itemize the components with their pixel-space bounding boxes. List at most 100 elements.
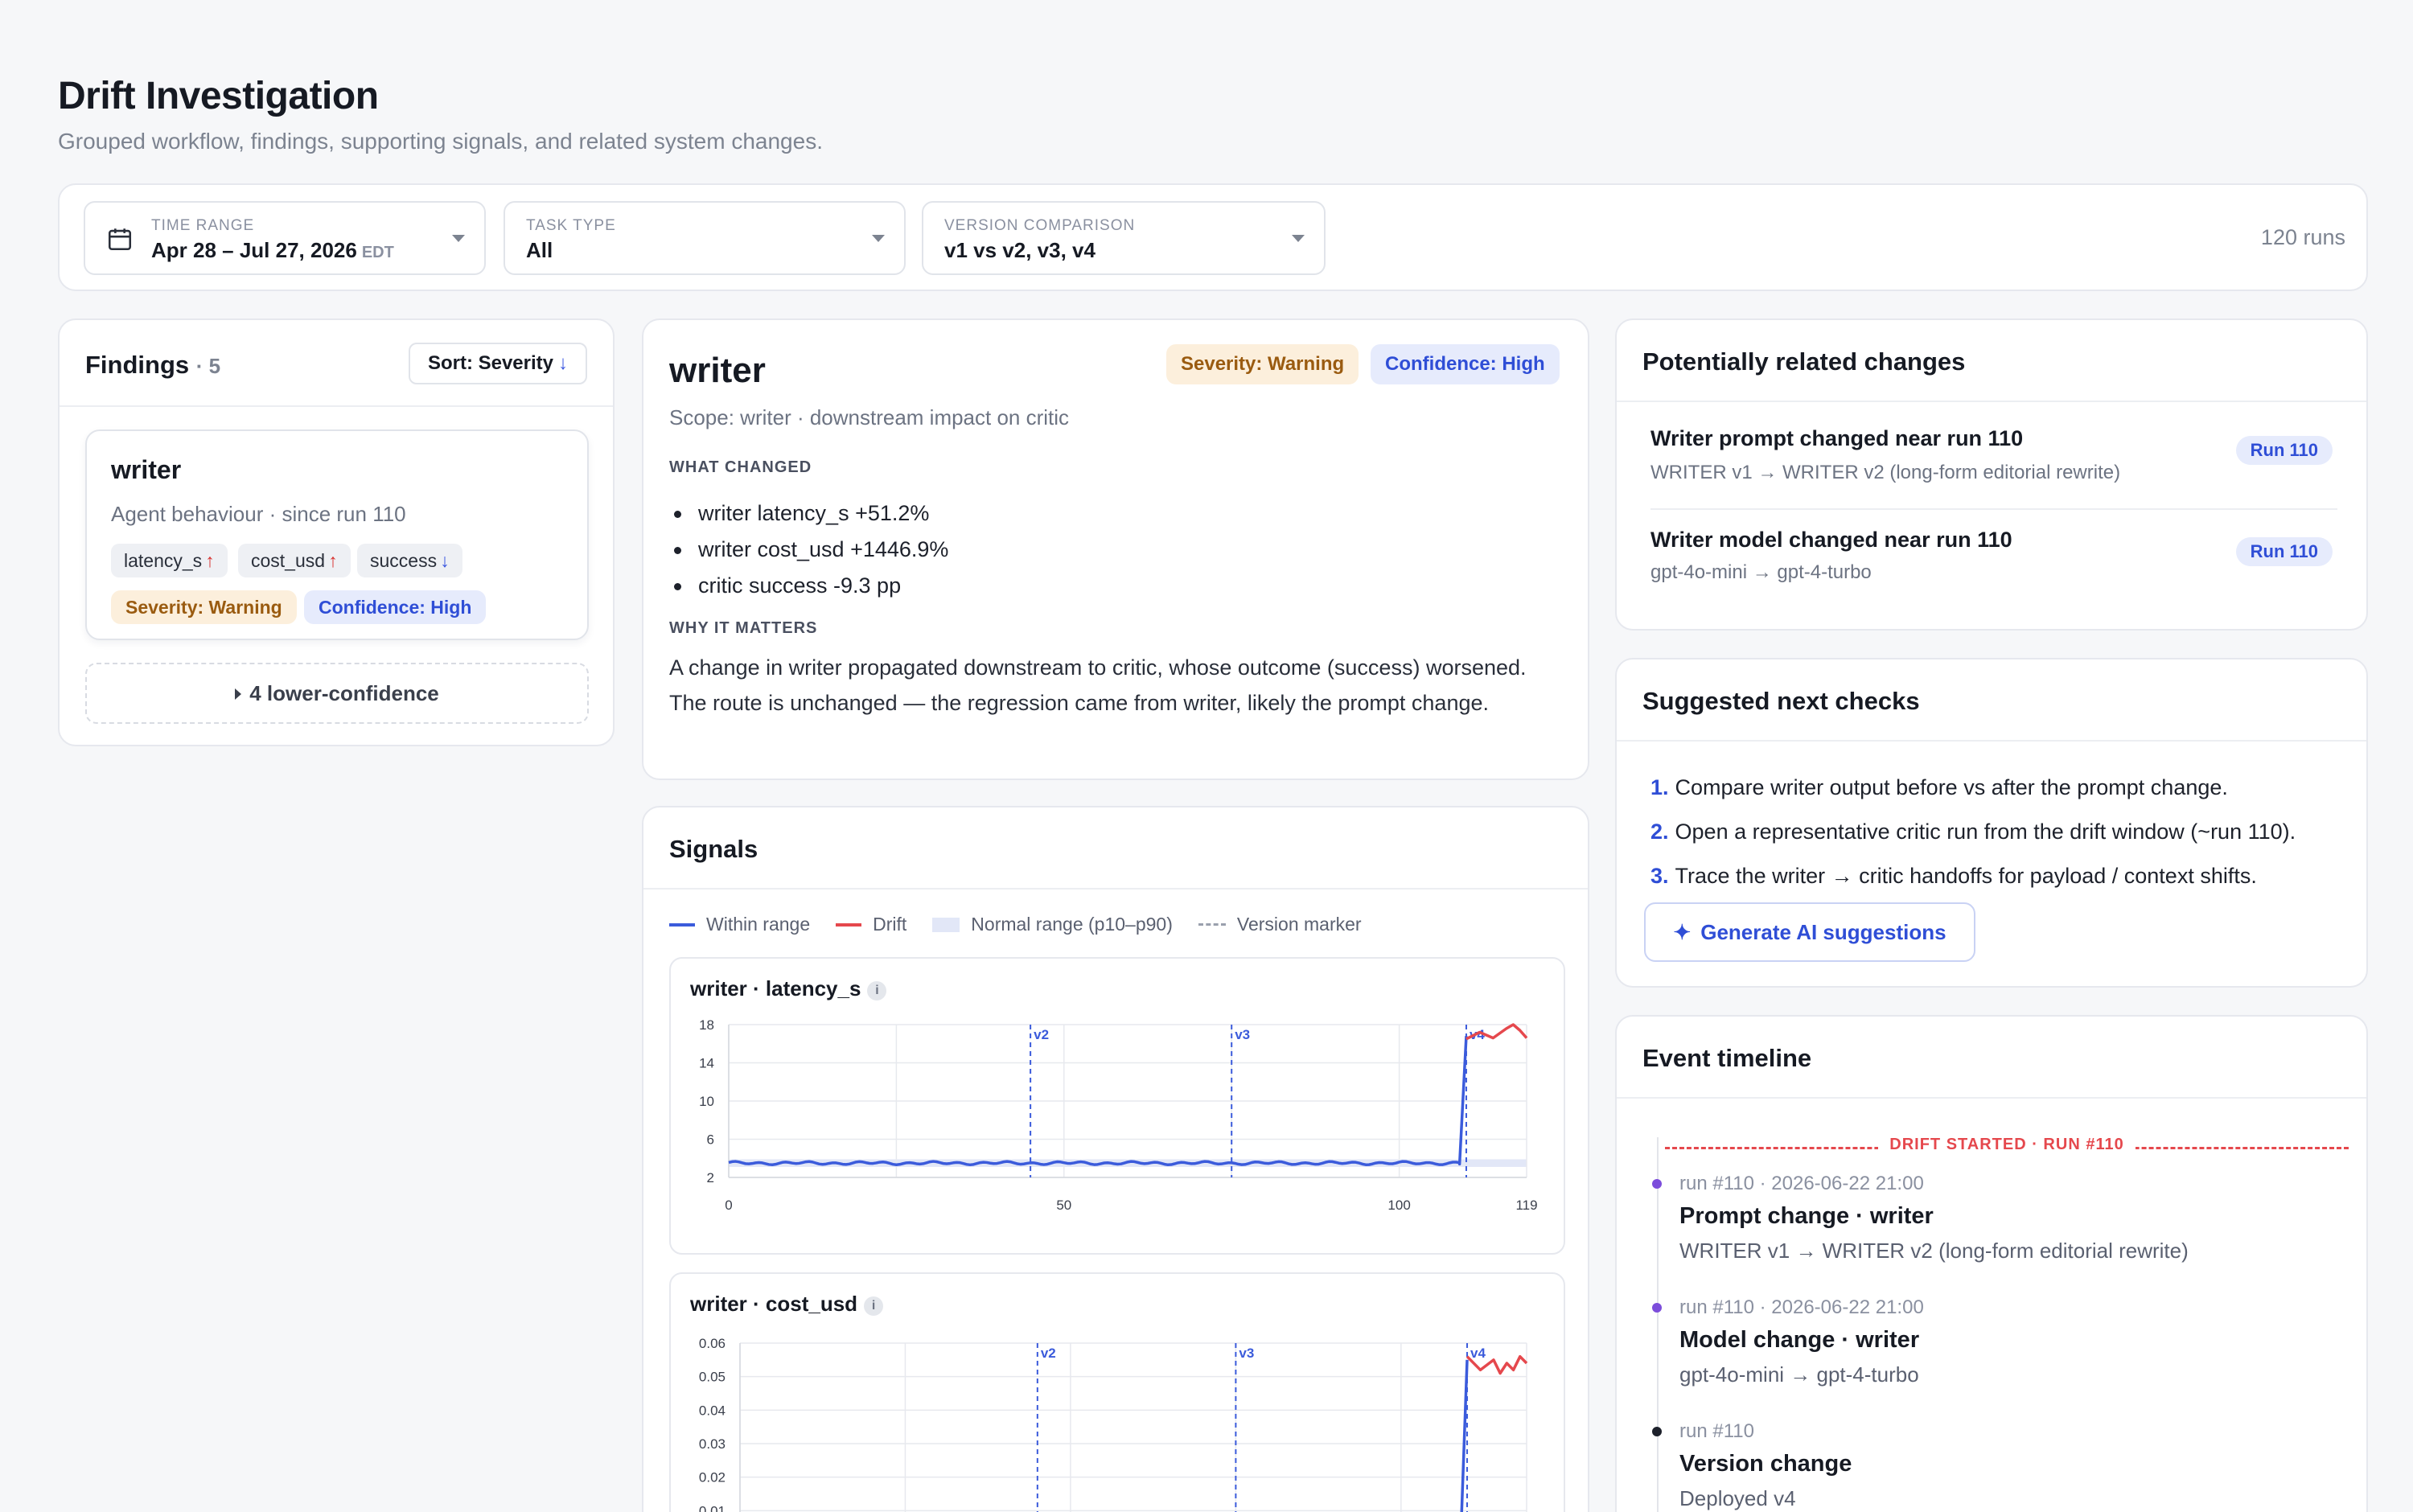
timeline-title: Event timeline [1642, 1044, 1812, 1072]
drift-started-label: DRIFT STARTED · RUN #110 [1665, 1136, 2349, 1154]
cost-chart: 00.010.020.030.040.050.06v2v3v4 [699, 1336, 1528, 1512]
divider [1617, 740, 2366, 742]
y-tick-label: 0.06 [699, 1336, 726, 1351]
sort-button[interactable]: Sort: Severity ↓ [408, 343, 587, 384]
detail-title: writer [669, 351, 766, 390]
version-marker-label: v4 [1470, 1346, 1486, 1361]
related-item-title: Writer model changed near run 110 [1650, 528, 2012, 552]
event-title[interactable]: Prompt change · writer [1679, 1203, 1934, 1230]
chart-legend: Within range Drift Normal range (p10–p90… [669, 914, 1387, 935]
lower-confidence-toggle[interactable]: 4 lower-confidence [85, 663, 589, 724]
findings-header: Findings · 5 [85, 351, 220, 380]
version-marker-label: v2 [1034, 1027, 1049, 1042]
time-range-filter[interactable]: TIME RANGE Apr 28 – Jul 27, 2026 EDT [84, 201, 486, 275]
version-marker-label: v2 [1041, 1346, 1056, 1361]
latency-chart: 261014180 50 100 119v2 v3 v4 [699, 1017, 1537, 1213]
y-tick-label: 14 [699, 1056, 714, 1071]
legend-swatch [836, 922, 862, 927]
run-count: 120 runs [2260, 225, 2345, 249]
arrow-up-icon: ↑ [205, 550, 215, 571]
chip-label: success [370, 550, 438, 571]
related-item-sub: gpt-4o-mini → gpt-4-turbo [1650, 561, 1872, 583]
finding-desc: Agent behaviour · since run 110 [111, 502, 406, 526]
x-tick-label: 119 [1515, 1198, 1537, 1213]
event-title[interactable]: Model change · writer [1679, 1327, 1919, 1354]
findings-panel: Findings · 5 Sort: Severity ↓ writer Agen… [58, 318, 615, 746]
generate-ai-suggestions-button[interactable]: ✦ Generate AI suggestions [1644, 902, 1975, 962]
drift-label-text: DRIFT STARTED · RUN #110 [1878, 1136, 2136, 1153]
event-title[interactable]: Version change [1679, 1451, 1852, 1477]
drift-started-marker: DRIFT STARTED · RUN #110 [1665, 1136, 2349, 1160]
version-comparison-filter[interactable]: VERSION COMPARISON v1 vs v2, v3, v4 [922, 201, 1326, 275]
list-item: writer cost_usd +1446.9% [669, 532, 948, 568]
divider [1617, 401, 2366, 402]
page-subtitle: Grouped workflow, findings, supporting s… [58, 129, 823, 154]
filter-bar: TIME RANGE Apr 28 – Jul 27, 2026 EDT TASK… [58, 183, 2368, 291]
time-range-text: Apr 28 – Jul 27, 2026 [151, 238, 357, 262]
related-title: Potentially related changes [1642, 347, 1966, 376]
finding-name: writer [111, 455, 182, 484]
chevron-down-icon [872, 235, 885, 242]
page-title: Drift Investigation [58, 75, 379, 117]
sparkle-icon: ✦ [1673, 920, 1692, 944]
chart-card-latency: writer · latency_s i 2 6 10 14 18 0 50 100 119 v2 v… [669, 957, 1565, 1255]
timeline-line [1657, 1137, 1659, 1512]
task-type-filter[interactable]: TASK TYPE All [504, 201, 906, 275]
y-tick-label: 0.05 [699, 1370, 726, 1385]
step-text: Compare writer output before vs after th… [1675, 775, 2228, 799]
chart-card-cost: writer · cost_usdi 00.010.020.030.040.05… [669, 1272, 1565, 1512]
step-number: 2. [1650, 820, 1669, 844]
suggested-checks-panel: Suggested next checks 1. Compare writer o… [1615, 658, 2368, 988]
info-icon[interactable]: i [864, 1296, 884, 1316]
event-sub: WRITER v1 → WRITER v2 (long-form editori… [1679, 1239, 2189, 1263]
y-tick-label: 2 [707, 1170, 714, 1185]
chevron-down-icon [1292, 235, 1305, 242]
version-marker-label: v3 [1239, 1346, 1254, 1361]
legend-swatch [932, 917, 960, 932]
y-tick-label: 18 [699, 1017, 714, 1033]
legend-swatch [669, 922, 695, 927]
arrow-down-icon: ↓ [440, 550, 450, 571]
run-badge[interactable]: Run 110 [2235, 537, 2333, 566]
related-changes-panel: Potentially related changes Writer promp… [1615, 318, 2368, 631]
divider [643, 888, 1588, 890]
lower-confidence-label: 4 lower-confidence [249, 681, 439, 705]
task-type-label: TASK TYPE [526, 217, 616, 234]
list-item: 1. Compare writer output before vs after … [1650, 766, 2296, 810]
chip-label: latency_s [124, 550, 203, 571]
signals-panel: Signals Within range Drift Normal range … [642, 806, 1589, 1512]
timezone: EDT [361, 244, 394, 261]
legend-label: Within range [706, 914, 811, 935]
legend-label: Drift [873, 914, 907, 935]
y-tick-label: 0.02 [699, 1470, 726, 1485]
y-tick-label: 0.04 [699, 1403, 726, 1418]
info-icon[interactable]: i [867, 981, 887, 1000]
severity-badge: Severity: Warning [111, 590, 297, 624]
divider [1650, 508, 2337, 510]
why-heading: WHY IT MATTERS [669, 619, 818, 637]
chip-label: cost_usd [251, 550, 326, 571]
metric-chip: latency_s ↑ [111, 544, 228, 577]
findings-title: Findings [85, 351, 190, 379]
why-text: A change in writer propagated downstream… [669, 655, 1527, 715]
confidence-badge: Confidence: High [1371, 344, 1560, 384]
list-item: 2. Open a representative critic run from … [1650, 810, 2296, 854]
button-label: Generate AI suggestions [1700, 920, 1946, 944]
time-range-label: TIME RANGE [151, 217, 255, 234]
steps-list: 1. Compare writer output before vs after … [1650, 766, 2296, 898]
event-meta: run #110 · 2026-06-22 21:00 [1679, 1296, 1924, 1318]
metric-chip: success ↓ [357, 544, 462, 577]
severity-badge: Severity: Warning [1166, 344, 1359, 384]
event-dot [1652, 1303, 1662, 1313]
event-dot [1652, 1179, 1662, 1189]
finding-card[interactable]: writer Agent behaviour · since run 110 l… [85, 429, 589, 640]
event-timeline-panel: Event timeline DRIFT STARTED · RUN #110 … [1615, 1015, 2368, 1512]
related-item-sub: WRITER v1 → WRITER v2 (long-form editori… [1650, 462, 2121, 483]
y-tick-label: 10 [699, 1094, 714, 1109]
event-sub: Deployed v4 [1679, 1486, 1796, 1510]
caret-right-icon [235, 688, 242, 700]
list-item: 3. Trace the writer → critic handoffs for… [1650, 854, 2296, 898]
x-tick-label: 50 [1056, 1198, 1071, 1213]
step-number: 3. [1650, 864, 1669, 888]
run-badge[interactable]: Run 110 [2235, 436, 2333, 465]
